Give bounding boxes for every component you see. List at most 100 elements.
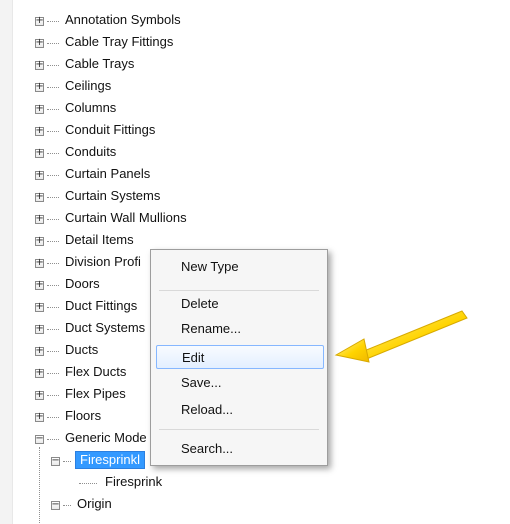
tree-item-label: Curtain Systems (65, 188, 161, 203)
tree-item-label: Curtain Wall Mullions (65, 210, 187, 225)
tree-item-annotation-symbols[interactable]: + Annotation Symbols (35, 9, 183, 31)
tree-item-doors[interactable]: + Doors (35, 273, 102, 295)
project-browser-viewport: + Annotation Symbols + Cable Tray Fittin… (0, 0, 510, 524)
expand-plus-icon[interactable]: + (35, 147, 44, 158)
tree-item-ducts[interactable]: + Ducts (35, 339, 100, 361)
tree-item-label: Conduit Fittings (65, 122, 156, 137)
tree-item-duct-systems[interactable]: + Duct Systems (35, 317, 147, 339)
tree-item-label: Annotation Symbols (65, 12, 181, 27)
tree-item-label: Curtain Panels (65, 166, 151, 181)
tree-connector (47, 20, 59, 22)
expand-plus-icon[interactable]: + (35, 213, 44, 224)
menu-item-edit[interactable]: Edit (156, 345, 324, 369)
tree-connector (47, 152, 59, 154)
expand-plus-icon[interactable]: + (35, 59, 44, 70)
tree-item-origin[interactable]: − Origin (51, 493, 114, 515)
collapse-minus-icon[interactable]: − (51, 455, 60, 466)
expand-plus-icon[interactable]: + (35, 125, 44, 136)
selected-tree-item-label: Firesprinkl (75, 451, 145, 469)
tree-connector (47, 196, 59, 198)
tree-item-firesprinkler-type[interactable]: Firesprink (79, 471, 164, 493)
tree-item-label: Cable Trays (65, 56, 135, 71)
tree-item-label: Division Profi (65, 254, 141, 269)
tree-item-floors[interactable]: + Floors (35, 405, 103, 427)
expand-plus-icon[interactable]: + (35, 15, 44, 26)
tree-item-label: Ducts (65, 342, 99, 357)
tree-item-label: Flex Ducts (65, 364, 127, 379)
tree-connector (47, 372, 59, 374)
tree-item-firesprinkler-family[interactable]: − Firesprinkl (51, 449, 145, 471)
menu-item-reload[interactable]: Reload... (165, 398, 319, 422)
tree-connector (47, 394, 59, 396)
tree-item-label: Generic Mode (65, 430, 147, 445)
expand-plus-icon[interactable]: + (35, 345, 44, 356)
tree-item-duct-fittings[interactable]: + Duct Fittings (35, 295, 139, 317)
tree-item-conduit-fittings[interactable]: + Conduit Fittings (35, 119, 157, 141)
expand-plus-icon[interactable]: + (35, 81, 44, 92)
tree-connector (47, 108, 59, 110)
tree-item-label: Doors (65, 276, 100, 291)
expand-plus-icon[interactable]: + (35, 235, 44, 246)
tree-item-label: Duct Systems (65, 320, 146, 335)
menu-separator (159, 429, 319, 430)
tree-item-division-profiles[interactable]: + Division Profi (35, 251, 143, 273)
menu-item-rename[interactable]: Rename... (165, 317, 319, 341)
tree-item-label: Origin (77, 496, 112, 511)
tree-item-conduits[interactable]: + Conduits (35, 141, 118, 163)
tree-item-flex-ducts[interactable]: + Flex Ducts (35, 361, 128, 383)
tree-item-ceilings[interactable]: + Ceilings (35, 75, 113, 97)
expand-plus-icon[interactable]: + (35, 301, 44, 312)
tree-item-columns[interactable]: + Columns (35, 97, 118, 119)
tree-connector (47, 438, 59, 440)
tree-item-label: Detail Items (65, 232, 134, 247)
tree-item-label: Ceilings (65, 78, 112, 93)
tree-connector (47, 416, 59, 418)
context-menu: New Type Delete Rename... Edit Save... R… (150, 249, 328, 466)
tree-item-cable-tray-fittings[interactable]: + Cable Tray Fittings (35, 31, 175, 53)
tree-connector (47, 86, 59, 88)
expand-plus-icon[interactable]: + (35, 323, 44, 334)
tree-connector (47, 284, 59, 286)
expand-plus-icon[interactable]: + (35, 257, 44, 268)
tree-item-label: Duct Fittings (65, 298, 138, 313)
tree-connector (47, 64, 59, 66)
menu-separator (159, 290, 319, 291)
expand-plus-icon[interactable]: + (35, 37, 44, 48)
tree-branch-line (39, 447, 40, 524)
tree-connector (47, 328, 59, 330)
expand-plus-icon[interactable]: + (35, 367, 44, 378)
tree-item-label: Firesprink (105, 474, 163, 489)
tree-connector (47, 350, 59, 352)
tree-item-label: Cable Tray Fittings (65, 34, 174, 49)
collapse-minus-icon[interactable]: − (35, 433, 44, 444)
tree-connector (47, 42, 59, 44)
tree-item-curtain-systems[interactable]: + Curtain Systems (35, 185, 162, 207)
expand-plus-icon[interactable]: + (35, 169, 44, 180)
tree-item-label: Flex Pipes (65, 386, 126, 401)
expand-plus-icon[interactable]: + (35, 103, 44, 114)
tree-item-cable-trays[interactable]: + Cable Trays (35, 53, 136, 75)
expand-plus-icon[interactable]: + (35, 191, 44, 202)
menu-item-save[interactable]: Save... (165, 371, 319, 395)
tree-connector (79, 482, 97, 484)
collapse-minus-icon[interactable]: − (51, 499, 60, 510)
expand-plus-icon[interactable]: + (35, 279, 44, 290)
menu-item-delete[interactable]: Delete (165, 292, 319, 316)
tree-item-generic-models[interactable]: − Generic Mode (35, 427, 149, 449)
tree-item-flex-pipes[interactable]: + Flex Pipes (35, 383, 128, 405)
tree-connector (63, 460, 71, 462)
menu-item-search[interactable]: Search... (165, 437, 319, 461)
tree-connector (47, 218, 59, 220)
tree-connector (63, 504, 71, 506)
expand-plus-icon[interactable]: + (35, 411, 44, 422)
tree-item-curtain-wall-mullions[interactable]: + Curtain Wall Mullions (35, 207, 189, 229)
tree-item-detail-items[interactable]: + Detail Items (35, 229, 136, 251)
tree-connector (47, 262, 59, 264)
expand-plus-icon[interactable]: + (35, 389, 44, 400)
tree-connector (47, 240, 59, 242)
tree-item-label: Columns (65, 100, 117, 115)
tree-connector (47, 130, 59, 132)
tree-item-label: Conduits (65, 144, 117, 159)
menu-item-new-type[interactable]: New Type (165, 255, 319, 279)
tree-item-curtain-panels[interactable]: + Curtain Panels (35, 163, 152, 185)
